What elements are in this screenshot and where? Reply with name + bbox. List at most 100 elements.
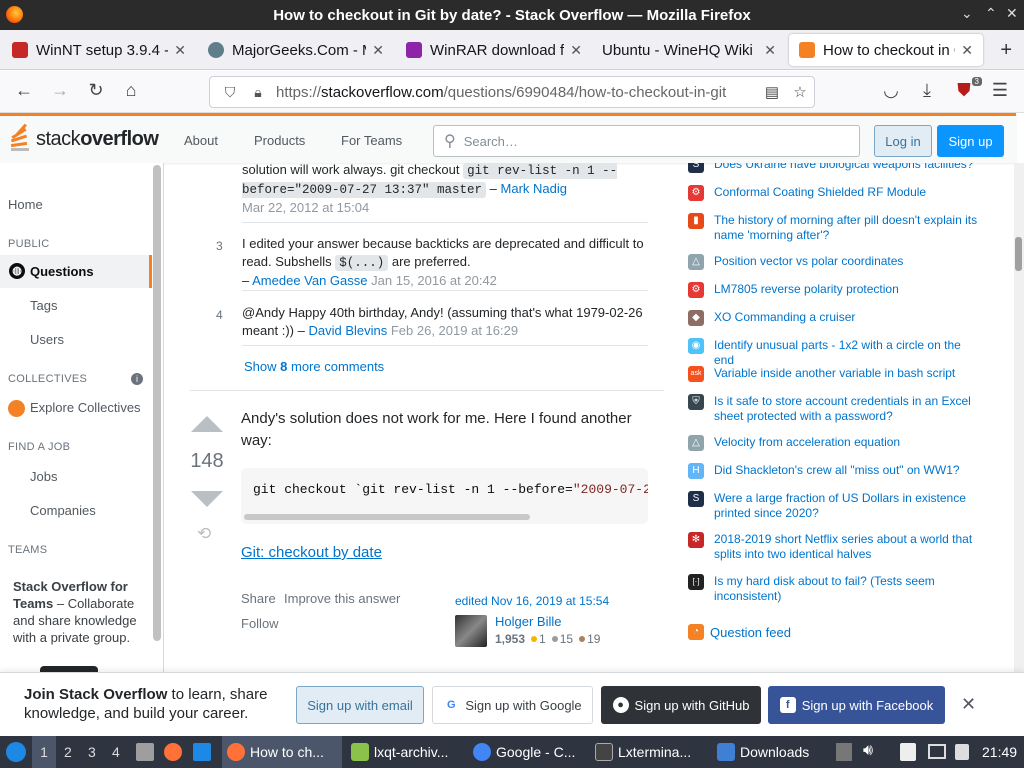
nav-users[interactable]: Users <box>30 332 64 347</box>
signup-button[interactable]: Sign up <box>937 125 1004 157</box>
comment-date[interactable]: Feb 26, 2019 at 16:29 <box>391 323 518 338</box>
forward-arrow-icon[interactable]: → <box>48 80 72 101</box>
info-icon[interactable]: i <box>131 373 143 385</box>
volume-icon[interactable]: 🔊︎ <box>863 742 873 760</box>
tracking-shield-icon[interactable]: ⛉ <box>220 84 240 101</box>
bookmark-star-icon[interactable]: ☆ <box>786 83 814 101</box>
signup-google-button[interactable]: G Sign up with Google <box>432 686 593 724</box>
nav-companies[interactable]: Companies <box>30 503 96 518</box>
minimize-button[interactable]: ⌄ <box>961 5 973 22</box>
follow-link[interactable]: Follow <box>241 616 279 631</box>
hot-question-link[interactable]: Is it safe to store account credentials … <box>714 394 984 424</box>
reader-view-icon[interactable]: ▤ <box>758 83 786 101</box>
hot-question-link[interactable]: The history of morning after pill doesn'… <box>714 213 984 243</box>
close-icon[interactable]: ✕ <box>372 42 384 59</box>
tab-winnt[interactable]: WinNT setup 3.9.4 - ( ✕ <box>2 34 196 66</box>
avatar[interactable] <box>455 615 487 647</box>
tray-app-icon[interactable] <box>836 743 852 761</box>
signup-email-button[interactable]: Sign up with email <box>296 686 424 724</box>
back-arrow-icon[interactable]: ← <box>12 80 36 101</box>
nav-questions[interactable]: ◍ Questions <box>0 255 152 288</box>
downvote-arrow-icon[interactable] <box>191 491 223 507</box>
comment-user-link[interactable]: Amedee Van Gasse <box>252 273 367 288</box>
signup-facebook-button[interactable]: f Sign up with Facebook <box>768 686 945 724</box>
hot-question-item[interactable]: ⚙ Conformal Coating Shielded RF Module <box>684 185 984 201</box>
tab-winrar[interactable]: WinRAR download fr ✕ <box>396 34 592 66</box>
comment-date[interactable]: Mar 22, 2012 at 15:04 <box>242 200 369 215</box>
close-icon[interactable]: ✕ <box>570 42 582 59</box>
close-icon[interactable]: ✕ <box>961 694 976 715</box>
hot-question-item[interactable]: △ Position vector vs polar coordinates <box>684 254 984 270</box>
edited-timestamp[interactable]: edited Nov 16, 2019 at 15:54 <box>455 594 609 608</box>
url-text[interactable]: https://stackoverflow.com/questions/6990… <box>276 84 758 101</box>
taskbar-task-firefox[interactable]: How to ch... <box>222 736 342 768</box>
workspace-2[interactable]: 2 <box>64 744 72 760</box>
hot-question-link[interactable]: Conformal Coating Shielded RF Module <box>714 185 984 201</box>
hot-question-item[interactable]: ▮ The history of morning after pill doesn… <box>684 213 984 243</box>
comment-date[interactable]: Jan 15, 2016 at 20:42 <box>371 273 497 288</box>
code-scrollbar[interactable] <box>244 514 530 520</box>
desktop-icon[interactable] <box>193 743 211 761</box>
search-input[interactable]: ⚲ Search… <box>433 125 860 157</box>
comment-user-link[interactable]: David Blevins <box>308 323 387 338</box>
stackoverflow-logo[interactable]: stackoverflow <box>8 123 159 154</box>
hot-question-item[interactable]: ✻ 2018-2019 short Netflix series about a … <box>684 532 984 562</box>
hamburger-menu-icon[interactable]: ☰ <box>988 80 1012 101</box>
share-link[interactable]: Share <box>241 591 276 606</box>
close-icon[interactable]: ✕ <box>961 42 973 59</box>
hot-question-item[interactable]: △ Velocity from acceleration equation <box>684 435 984 451</box>
workspace-4[interactable]: 4 <box>112 744 120 760</box>
nav-about[interactable]: About <box>184 133 218 148</box>
reload-icon[interactable]: ↻ <box>84 80 108 101</box>
hot-question-link[interactable]: Is my hard disk about to fail? (Tests se… <box>714 574 984 604</box>
hot-question-link[interactable]: Variable inside another variable in bash… <box>714 366 984 382</box>
taskbar-task-archiver[interactable]: lxqt-archiv... <box>346 736 464 768</box>
page-scrollbar-thumb[interactable] <box>1015 237 1022 271</box>
close-icon[interactable]: ✕ <box>174 42 186 59</box>
nav-jobs[interactable]: Jobs <box>30 469 57 484</box>
file-manager-icon[interactable] <box>136 743 154 761</box>
improve-answer-link[interactable]: Improve this answer <box>284 591 400 606</box>
hot-question-item[interactable]: ⛨ Is it safe to store account credentials… <box>684 394 984 424</box>
signup-github-button[interactable]: ● Sign up with GitHub <box>601 686 761 724</box>
hot-question-item[interactable]: S Does Ukraine have biological weapons fa… <box>684 163 984 173</box>
taskbar-task-terminal[interactable]: Lxtermina... <box>590 736 708 768</box>
nav-for-teams[interactable]: For Teams <box>341 133 402 148</box>
hot-question-item[interactable]: [·] Is my hard disk about to fail? (Tests… <box>684 574 984 604</box>
nav-explore-collectives[interactable]: Explore Collectives <box>30 400 141 415</box>
hot-question-link[interactable]: Identify unusual parts - 1x2 with a circ… <box>714 338 984 368</box>
close-icon[interactable]: ✕ <box>764 42 776 59</box>
pocket-icon[interactable]: ◡ <box>879 80 903 101</box>
display-icon[interactable] <box>928 744 946 759</box>
hot-question-link[interactable]: Does Ukraine have biological weapons fac… <box>714 163 984 173</box>
upvote-arrow-icon[interactable] <box>191 416 223 432</box>
question-feed-link[interactable]: ◔ Question feed <box>688 624 791 640</box>
clipboard-icon[interactable] <box>900 743 916 761</box>
hot-question-link[interactable]: LM7805 reverse polarity protection <box>714 282 984 298</box>
hot-question-item[interactable]: S Were a large fraction of US Dollars in … <box>684 491 984 521</box>
battery-icon[interactable] <box>955 744 969 760</box>
nav-products[interactable]: Products <box>254 133 305 148</box>
hot-question-item[interactable]: H Did Shackleton's crew all "miss out" on… <box>684 463 984 479</box>
url-bar[interactable]: ⛉ 🔒︎ https://stackoverflow.com/questions… <box>209 76 815 108</box>
nav-tags[interactable]: Tags <box>30 298 57 313</box>
hot-question-link[interactable]: Position vector vs polar coordinates <box>714 254 984 270</box>
login-button[interactable]: Log in <box>874 125 932 157</box>
hot-question-item[interactable]: ◆ XO Commanding a cruiser <box>684 310 984 326</box>
answer-user-link[interactable]: Holger Bille <box>495 614 561 629</box>
workspace-3[interactable]: 3 <box>88 744 96 760</box>
hot-question-item[interactable]: ask Variable inside another variable in b… <box>684 366 984 382</box>
close-window-button[interactable]: ✕ <box>1006 5 1018 22</box>
comment-user-link[interactable]: Mark Nadig <box>501 181 567 196</box>
start-menu-icon[interactable] <box>6 742 26 762</box>
tab-majorgeeks[interactable]: MajorGeeks.Com - M ✕ <box>198 34 394 66</box>
ublock-extension-icon[interactable]: ⛊ 3 <box>952 77 982 101</box>
tab-winehq[interactable]: Ubuntu - WineHQ Wiki ✕ <box>592 34 786 66</box>
taskbar-task-downloads[interactable]: Downloads <box>712 736 830 768</box>
firefox-launcher-icon[interactable] <box>164 743 182 761</box>
clock[interactable]: 21:49 <box>982 744 1017 760</box>
lock-icon[interactable]: 🔒︎ <box>248 84 268 101</box>
hot-question-link[interactable]: XO Commanding a cruiser <box>714 310 984 326</box>
sidebar-scrollbar[interactable] <box>153 165 161 641</box>
hot-question-link[interactable]: Were a large fraction of US Dollars in e… <box>714 491 984 521</box>
